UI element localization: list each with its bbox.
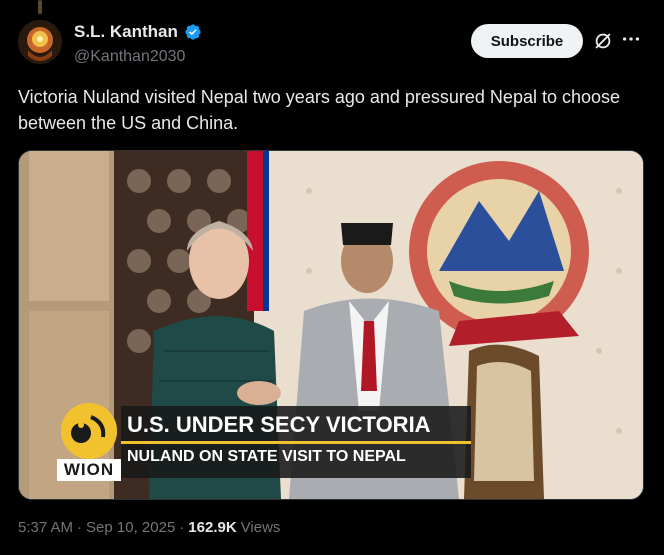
post-date[interactable]: Sep 10, 2025 [86, 519, 175, 536]
meta-separator-2: · [179, 519, 185, 536]
display-name[interactable]: S.L. Kanthan [74, 22, 178, 42]
views-count[interactable]: 162.9K [188, 519, 236, 536]
views-label: Views [240, 519, 281, 536]
tweet-media-image[interactable]: WION U.S. UNDER SECY VICTORIA NULAND ON … [18, 150, 644, 500]
more-options-icon[interactable] [620, 28, 642, 50]
handle[interactable]: @Kanthan2030 [74, 48, 185, 66]
wion-logo-text: WION [57, 459, 121, 481]
post-time[interactable]: 5:37 AM [18, 519, 73, 536]
news-banner: U.S. UNDER SECY VICTORIA NULAND ON STATE… [121, 406, 471, 478]
tweet: S.L. Kanthan @Kanthan2030 Subscribe Vict… [0, 0, 664, 555]
verified-badge-icon [184, 23, 202, 41]
avatar[interactable] [18, 20, 62, 64]
wion-logo-icon [61, 403, 117, 459]
tweet-text: Victoria Nuland visited Nepal two years … [18, 87, 621, 133]
banner-divider [121, 441, 471, 444]
name-row: S.L. Kanthan [74, 22, 202, 42]
tweet-meta: 5:37 AM · Sep 10, 2025 · 162.9K Views [18, 519, 280, 536]
grok-icon[interactable] [592, 30, 614, 52]
subscribe-button[interactable]: Subscribe [471, 24, 583, 58]
banner-subline: NULAND ON STATE VISIT TO NEPAL [127, 448, 406, 465]
meta-separator: · [77, 519, 83, 536]
banner-headline: U.S. UNDER SECY VICTORIA [127, 412, 431, 437]
thread-line [38, 0, 42, 14]
wion-logo: WION [57, 403, 121, 481]
avatar-image [18, 20, 62, 64]
